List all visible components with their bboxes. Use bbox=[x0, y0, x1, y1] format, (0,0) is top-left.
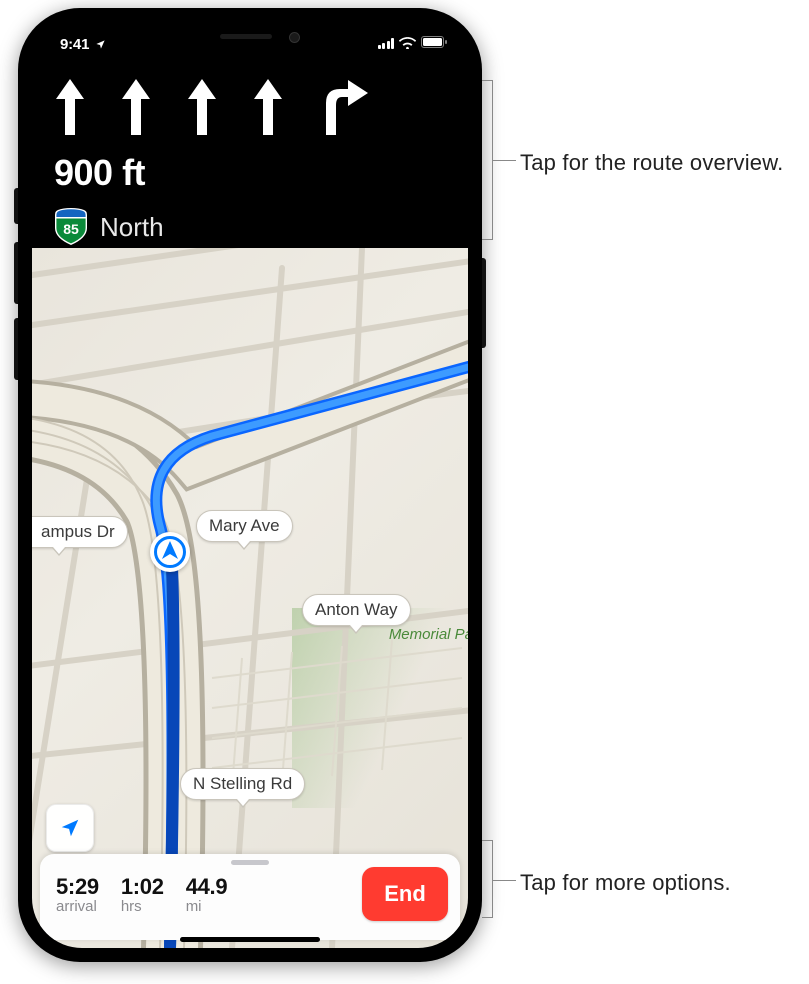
screen: 9:41 900 ft bbox=[32, 22, 468, 948]
route-info-tray[interactable]: 5:29 arrival 1:02 hrs 44.9 mi End bbox=[40, 854, 460, 940]
destination-direction: North bbox=[100, 212, 164, 243]
trip-duration-value: 1:02 bbox=[121, 874, 164, 900]
map-label-campus-dr: ampus Dr bbox=[32, 516, 128, 548]
lane-arrow-straight-icon bbox=[186, 77, 218, 142]
current-location-icon bbox=[150, 532, 190, 572]
callout-more-options-text: Tap for more options. bbox=[520, 870, 731, 895]
map-label-anton-way: Anton Way bbox=[302, 594, 411, 626]
notch bbox=[150, 22, 350, 52]
trip-distance-value: 44.9 bbox=[186, 874, 228, 900]
power-button bbox=[482, 258, 486, 348]
volume-down-button bbox=[14, 318, 18, 380]
route-shield-number: 85 bbox=[63, 221, 79, 237]
lane-arrow-right-icon bbox=[318, 77, 370, 142]
callout-more-options: Tap for more options. bbox=[520, 870, 800, 896]
location-arrow-icon bbox=[59, 817, 81, 839]
callout-route-overview-text: Tap for the route overview. bbox=[520, 150, 783, 175]
end-route-button[interactable]: End bbox=[362, 867, 448, 921]
wifi-icon bbox=[399, 37, 416, 49]
map-label-n-stelling-rd: N Stelling Rd bbox=[180, 768, 305, 800]
battery-icon bbox=[421, 36, 448, 49]
arrival-time: 5:29 arrival bbox=[56, 874, 99, 915]
lane-arrow-straight-icon bbox=[120, 77, 152, 142]
arrival-time-label: arrival bbox=[56, 898, 99, 915]
lane-guidance bbox=[54, 72, 446, 146]
map-label-mary-ave: Mary Ave bbox=[196, 510, 293, 542]
volume-up-button bbox=[14, 242, 18, 304]
tray-grabber[interactable] bbox=[231, 860, 269, 865]
trip-duration-label: hrs bbox=[121, 898, 164, 915]
status-time-text: 9:41 bbox=[60, 36, 89, 53]
route-shield-icon: 85 bbox=[54, 208, 88, 246]
trip-duration: 1:02 hrs bbox=[121, 874, 164, 915]
map-view[interactable]: ampus Dr Mary Ave Anton Way N Stelling R… bbox=[32, 248, 468, 948]
trip-distance: 44.9 mi bbox=[186, 874, 228, 915]
cellular-icon bbox=[378, 37, 395, 49]
lane-arrow-straight-icon bbox=[252, 77, 284, 142]
map-label-memorial-park: Memorial Par bbox=[389, 626, 468, 643]
maneuver-distance: 900 ft bbox=[54, 152, 446, 194]
callout-route-overview: Tap for the route overview. bbox=[520, 150, 800, 176]
home-indicator[interactable] bbox=[180, 937, 320, 942]
status-time: 9:41 bbox=[60, 36, 106, 53]
location-services-icon bbox=[95, 39, 106, 50]
lane-arrow-straight-icon bbox=[54, 77, 86, 142]
trip-distance-label: mi bbox=[186, 898, 228, 915]
recenter-button[interactable] bbox=[46, 804, 94, 852]
phone-frame: 9:41 900 ft bbox=[18, 8, 482, 962]
arrival-time-value: 5:29 bbox=[56, 874, 99, 900]
